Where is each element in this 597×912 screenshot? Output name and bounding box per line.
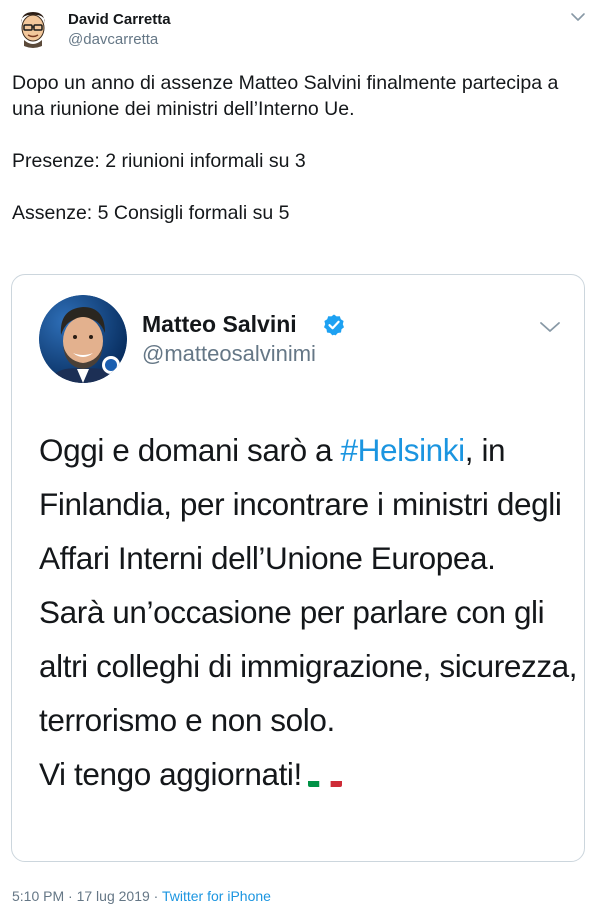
quoted-text-paragraph: Vi tengo aggiornati! xyxy=(39,747,579,801)
tweet-time[interactable]: 5:10 PM xyxy=(12,888,64,904)
quoted-tweet[interactable]: Matteo Salvini @matteosalvinimi Oggi e d… xyxy=(11,274,585,862)
tweet-card: David Carretta @davcarretta Dopo un anno… xyxy=(0,0,597,912)
quoted-author-avatar[interactable] xyxy=(39,295,127,383)
quoted-tweet-text: Oggi e domani sarò a #Helsinki, in Finla… xyxy=(39,423,579,801)
tweet-text-line: Presenze: 2 riunioni informali su 3 xyxy=(12,150,306,172)
italy-flag-icon xyxy=(307,765,342,787)
quoted-author-name[interactable]: Matteo Salvini xyxy=(142,311,297,338)
tweet-metadata: 5:10 PM · 17 lug 2019 · Twitter for iPho… xyxy=(12,888,271,904)
meta-separator: · xyxy=(149,888,162,904)
tweet-text: Dopo un anno di assenze Matteo Salvini f… xyxy=(12,70,587,226)
quoted-text-segment: Oggi e domani sarò a xyxy=(39,432,341,468)
tweet-text-line: Assenze: 5 Consigli formali su 5 xyxy=(12,202,290,224)
meta-separator: · xyxy=(64,888,77,904)
hashtag-link[interactable]: #Helsinki xyxy=(341,432,466,468)
chevron-down-icon[interactable] xyxy=(569,10,587,24)
author-avatar[interactable] xyxy=(12,6,54,48)
tweet-date[interactable]: 17 lug 2019 xyxy=(77,888,150,904)
quoted-text-paragraph: Sarà un’occasione per parlare con gli al… xyxy=(39,594,578,738)
quoted-text-segment: Vi tengo aggiornati! xyxy=(39,756,302,792)
author-name[interactable]: David Carretta xyxy=(68,11,171,28)
chevron-down-icon[interactable] xyxy=(538,319,562,335)
tweet-text-line: Dopo un anno di assenze Matteo Salvini f… xyxy=(12,72,559,120)
quoted-text-paragraph: Oggi e domani sarò a #Helsinki, in Finla… xyxy=(39,423,579,585)
verified-badge-icon xyxy=(322,313,346,337)
quoted-author-handle[interactable]: @matteosalvinimi xyxy=(142,341,316,367)
tweet-source-link[interactable]: Twitter for iPhone xyxy=(162,888,271,904)
author-handle[interactable]: @davcarretta xyxy=(68,31,158,48)
